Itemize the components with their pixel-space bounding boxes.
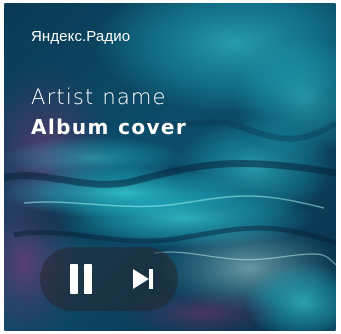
artist-name: Artist name [31, 85, 167, 109]
brand-logo-text: Яндекс.Радио [31, 28, 131, 45]
pause-button[interactable] [50, 247, 114, 311]
album-title: Album cover [31, 115, 188, 139]
skip-next-icon [133, 269, 153, 289]
radio-widget-card: Яндекс.Радио Artist name Album cover [4, 3, 336, 331]
pause-icon [70, 264, 92, 294]
next-track-button[interactable] [111, 247, 175, 311]
playback-controls [40, 247, 178, 311]
